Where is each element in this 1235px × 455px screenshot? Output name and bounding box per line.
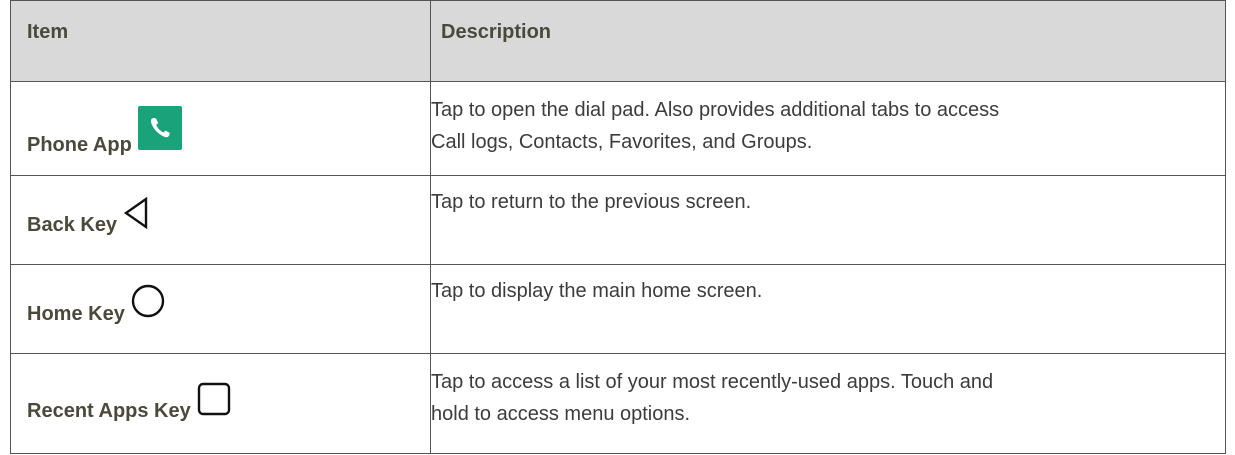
description-cell: Tap to access a list of your most recent…: [430, 353, 1226, 454]
description-line: hold to access menu options.: [431, 403, 691, 425]
item-cell-phone-app: Phone App: [10, 81, 431, 176]
phone-app-icon: [137, 106, 182, 156]
table-row: Back Key Tap to return to the previous s…: [10, 175, 1226, 265]
table-row: Home Key Tap to display the main home sc…: [10, 264, 1226, 354]
item-label: Back Key: [27, 214, 118, 236]
table-header-row: Item Description: [10, 0, 1226, 82]
description-line: Tap to access a list of your most recent…: [431, 371, 994, 393]
item-label: Home Key: [27, 303, 125, 325]
item-label: Recent Apps Key: [27, 400, 191, 422]
description-cell: Tap to open the dial pad. Also provides …: [430, 81, 1226, 176]
recent-apps-square-icon: [197, 382, 231, 422]
header-description: Description: [430, 0, 1226, 82]
item-cell-home-key: Home Key: [10, 264, 431, 354]
description-line: Call logs, Contacts, Favorites, and Grou…: [431, 131, 813, 153]
item-cell-back-key: Back Key: [10, 175, 431, 265]
table-row: Recent Apps Key Tap to access a list of …: [10, 353, 1226, 454]
description-line: Tap to open the dial pad. Also provides …: [431, 99, 1000, 121]
item-label: Phone App: [27, 134, 132, 156]
item-cell-recent-apps-key: Recent Apps Key: [10, 353, 431, 454]
description-line: Tap to display the main home screen.: [431, 280, 763, 302]
header-item: Item: [10, 0, 431, 82]
description-cell: Tap to display the main home screen.: [430, 264, 1226, 354]
description-line: Tap to return to the previous screen.: [431, 191, 752, 213]
table-row: Phone App Tap to open the dial pad. Also…: [10, 81, 1226, 176]
home-circle-icon: [131, 283, 165, 325]
back-triangle-icon: [123, 196, 149, 236]
key-reference-table: Item Description Phone App Tap to open t…: [10, 0, 1226, 454]
description-cell: Tap to return to the previous screen.: [430, 175, 1226, 265]
